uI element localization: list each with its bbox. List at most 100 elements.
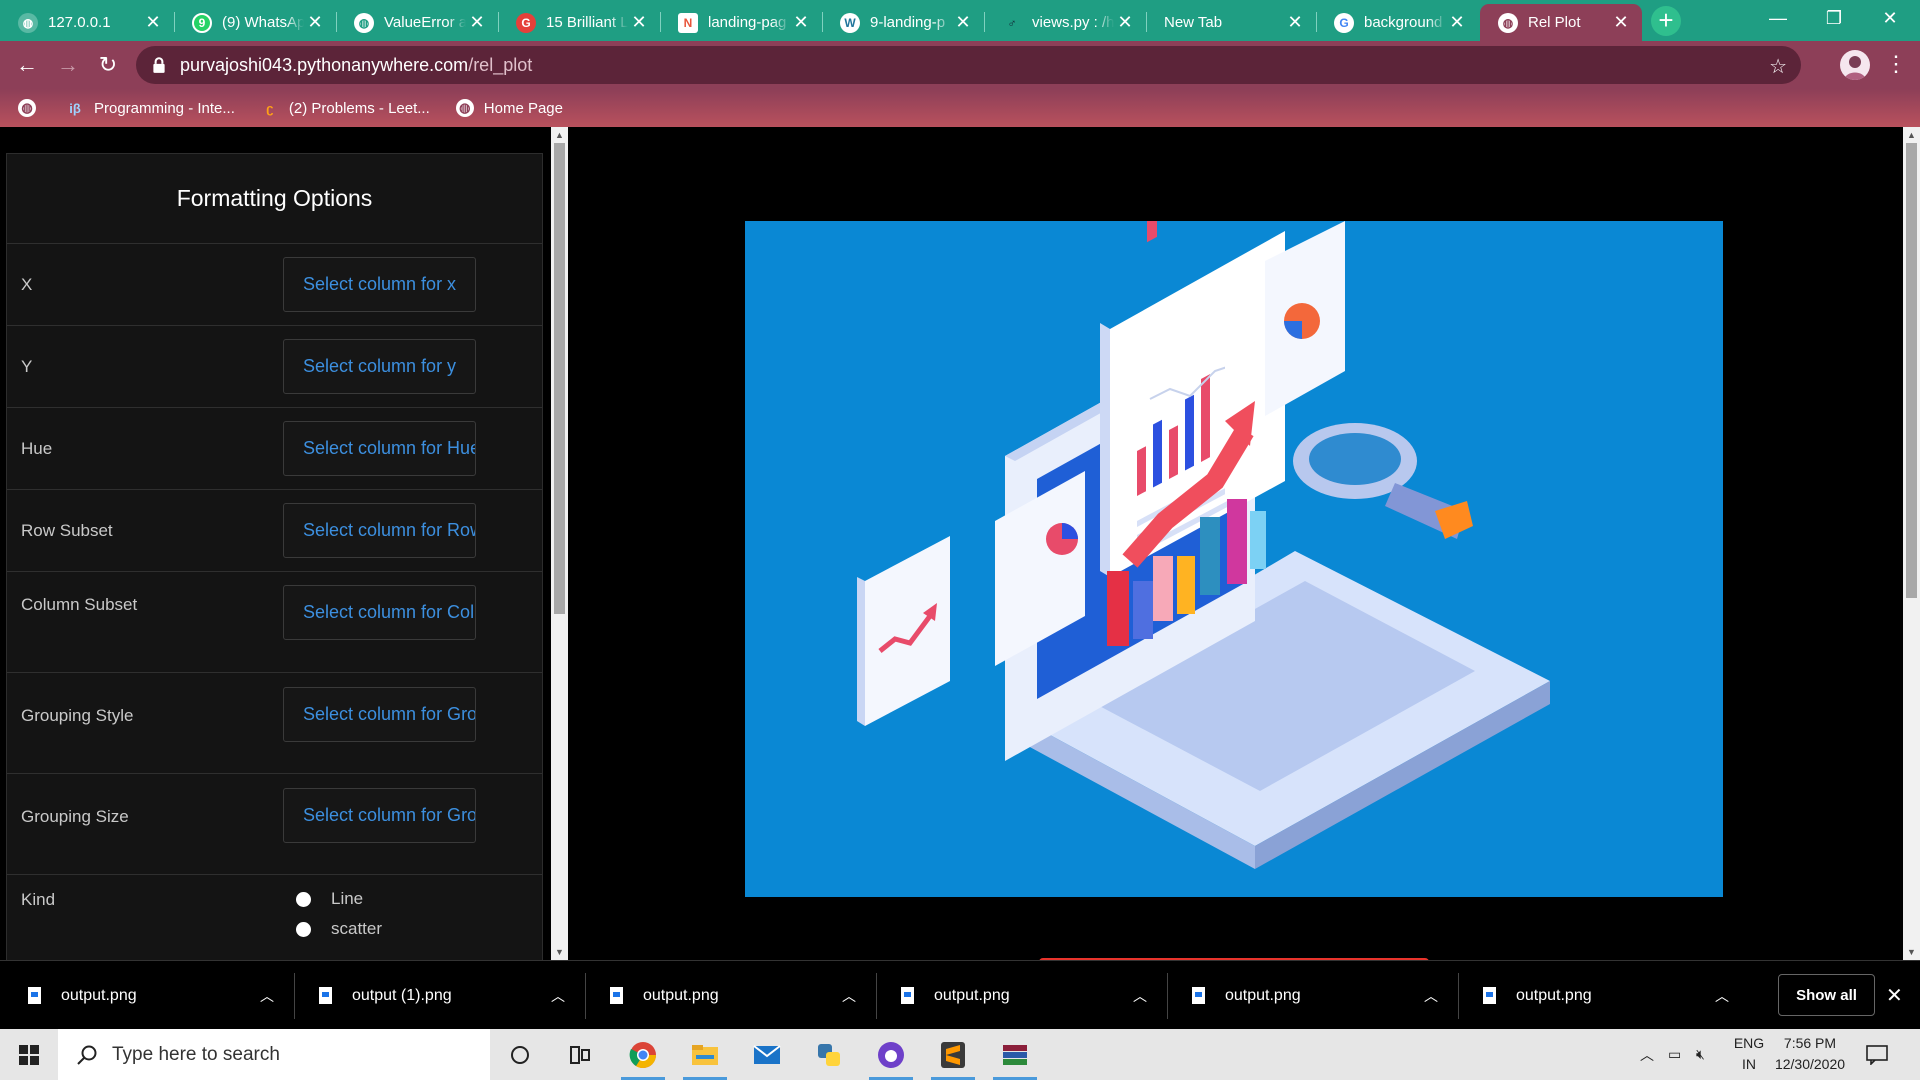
bookmark-1[interactable]: iβ Programming - Inte... <box>66 99 235 117</box>
bookmark-2[interactable]: ʗ (2) Problems - Leet... <box>261 99 430 117</box>
download-item[interactable]: output.png ︿ <box>1483 961 1729 1030</box>
battery-icon[interactable]: ▭ <box>1668 1029 1681 1080</box>
select-y[interactable]: Select column for y <box>283 339 476 394</box>
download-filename: output (1).png <box>352 986 452 1004</box>
select-hue[interactable]: Select column for Hue <box>283 421 476 476</box>
chevron-up-icon[interactable]: ︿ <box>1133 986 1147 1006</box>
row-x: X Select column for x <box>7 244 542 326</box>
mail-icon[interactable] <box>739 1029 795 1080</box>
volume-muted-icon[interactable]: 🔇︎ <box>1696 1029 1705 1080</box>
search-placeholder: Type here to search <box>112 1043 280 1065</box>
tab-2[interactable]: ◍ ValueError at ✕ <box>336 4 498 41</box>
close-icon[interactable]: ✕ <box>1446 12 1468 33</box>
radio-button[interactable] <box>296 921 311 937</box>
scrollbar-thumb[interactable] <box>1906 143 1917 598</box>
tab-title: 127.0.0.1 <box>48 14 111 31</box>
close-icon[interactable]: ✕ <box>142 12 164 33</box>
select-grouping-size[interactable]: Select column for Grouping <box>283 788 476 843</box>
close-icon[interactable]: ✕ <box>1886 983 1903 1008</box>
scroll-down-icon[interactable]: ▼ <box>1906 947 1917 957</box>
show-hidden-icons-icon[interactable]: ︿ <box>1640 1029 1654 1080</box>
field-label: Grouping Style <box>21 706 134 725</box>
download-filename: output.png <box>1225 986 1301 1004</box>
tab-4[interactable]: N landing-pag ✕ <box>660 4 822 41</box>
download-item[interactable]: output.png ︿ <box>610 961 856 1030</box>
taskbar-search-input[interactable]: Type here to search <box>58 1029 490 1080</box>
more-menu-icon[interactable]: ⋮ <box>1885 51 1907 77</box>
language-indicator[interactable]: ENG IN <box>1732 1033 1766 1075</box>
chevron-up-icon[interactable]: ︿ <box>842 986 856 1006</box>
download-item[interactable]: output (1).png ︿ <box>319 961 565 1030</box>
scroll-down-icon[interactable]: ▼ <box>554 947 565 957</box>
chevron-up-icon[interactable]: ︿ <box>1424 986 1438 1006</box>
pythonanywhere-icon: ♂ <box>1007 15 1017 30</box>
tab-6[interactable]: ♂ views.py : /h ✕ <box>984 4 1146 41</box>
close-icon[interactable]: ✕ <box>952 12 974 33</box>
chevron-up-icon[interactable]: ︿ <box>260 986 274 1006</box>
show-all-button[interactable]: Show all <box>1778 974 1875 1016</box>
windows-start-icon[interactable] <box>0 1029 58 1080</box>
download-item[interactable]: output.png ︿ <box>28 961 274 1030</box>
globe-icon: ◍ <box>455 99 474 117</box>
address-bar[interactable]: purvajoshi043.pythonanywhere.com/rel_plo… <box>136 46 1801 84</box>
whatsapp-icon: 9 <box>192 12 212 33</box>
chevron-up-icon[interactable]: ︿ <box>1715 986 1729 1006</box>
radio-line[interactable]: Line <box>296 889 363 909</box>
tab-3[interactable]: G 15 Brilliant L ✕ <box>498 4 660 41</box>
reload-icon[interactable]: ↻ <box>92 49 124 81</box>
minimize-icon[interactable]: — <box>1750 0 1806 36</box>
close-icon[interactable]: ✕ <box>1114 12 1136 33</box>
sublime-text-icon[interactable] <box>925 1029 981 1080</box>
select-column-subset[interactable]: Select column for Column <box>283 585 476 640</box>
image-file-icon <box>319 987 332 1004</box>
winrar-icon[interactable] <box>987 1029 1043 1080</box>
download-item[interactable]: output.png ︿ <box>1192 961 1438 1030</box>
select-row-subset[interactable]: Select column for Row <box>283 503 476 558</box>
tab-8[interactable]: G background ✕ <box>1316 4 1478 41</box>
scroll-up-icon[interactable]: ▲ <box>554 130 565 140</box>
tab-0[interactable]: ◍ 127.0.0.1 ✕ <box>0 4 174 41</box>
close-icon[interactable]: ✕ <box>1284 12 1306 33</box>
scroll-up-icon[interactable]: ▲ <box>1906 130 1917 140</box>
radio-label: scatter <box>331 919 383 938</box>
notifications-icon[interactable] <box>1866 1029 1888 1080</box>
select-x[interactable]: Select column for x <box>283 257 476 312</box>
restore-icon[interactable]: ❐ <box>1806 0 1862 36</box>
system-clock[interactable]: 7:56 PM 12/30/2020 <box>1768 1033 1852 1075</box>
task-view-icon[interactable] <box>552 1029 608 1080</box>
close-window-icon[interactable]: ✕ <box>1862 0 1918 36</box>
cortana-icon[interactable] <box>492 1029 548 1080</box>
tab-5[interactable]: W 9-landing-p ✕ <box>822 4 984 41</box>
select-grouping-style[interactable]: Select column for Grouping <box>283 687 476 742</box>
bookmark-star-icon[interactable]: ☆ <box>1769 54 1787 79</box>
new-tab-button[interactable]: + <box>1651 6 1681 36</box>
close-icon[interactable]: ✕ <box>304 12 326 33</box>
page-scrollbar[interactable]: ▲ ▼ <box>1903 127 1920 960</box>
radio-button[interactable] <box>296 891 311 907</box>
close-icon[interactable]: ✕ <box>1610 12 1632 33</box>
profile-avatar[interactable] <box>1840 50 1870 80</box>
tab-9-active[interactable]: ◍ Rel Plot ✕ <box>1480 4 1642 41</box>
close-icon[interactable]: ✕ <box>466 12 488 33</box>
close-icon[interactable]: ✕ <box>628 12 650 33</box>
grammarly-icon: G <box>516 12 536 33</box>
scrollbar-thumb[interactable] <box>554 143 565 614</box>
panel-scrollbar[interactable]: ▲ ▼ <box>551 127 568 960</box>
radio-scatter[interactable]: scatter <box>296 919 382 939</box>
forward-arrow-icon[interactable]: → <box>52 49 84 81</box>
tab-strip: ◍ 127.0.0.1 ✕ 9 (9) WhatsApp ✕ ◍ ValueEr… <box>0 0 1920 41</box>
chevron-up-icon[interactable]: ︿ <box>551 986 565 1006</box>
bookmark-3[interactable]: ◍ Home Page <box>455 99 563 117</box>
close-icon[interactable]: ✕ <box>790 12 812 33</box>
github-desktop-icon[interactable] <box>863 1029 919 1080</box>
download-item[interactable]: output.png ︿ <box>901 961 1147 1030</box>
chrome-icon[interactable] <box>615 1029 671 1080</box>
bookmark-label: Programming - Inte... <box>94 99 235 117</box>
bookmark-0[interactable]: ◍ <box>18 99 46 117</box>
back-arrow-icon[interactable]: ← <box>11 49 43 81</box>
python-idle-icon[interactable] <box>801 1029 857 1080</box>
divider <box>1167 973 1168 1019</box>
tab-7[interactable]: New Tab ✕ <box>1146 4 1316 41</box>
file-explorer-icon[interactable] <box>677 1029 733 1080</box>
tab-1[interactable]: 9 (9) WhatsApp ✕ <box>174 4 336 41</box>
